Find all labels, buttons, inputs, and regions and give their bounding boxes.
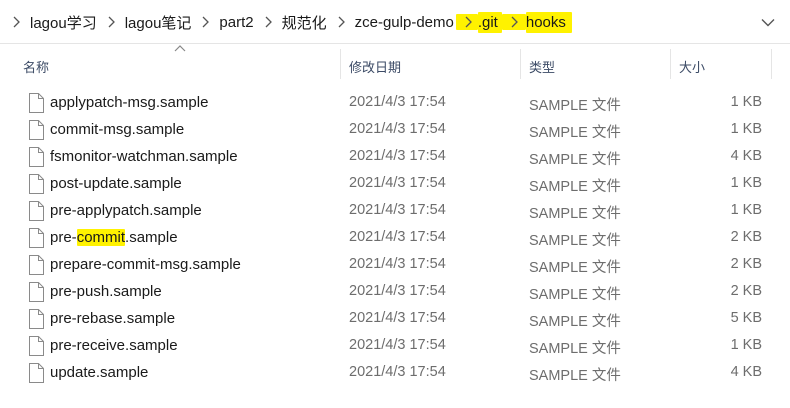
- file-type: SAMPLE 文件: [529, 98, 621, 114]
- file-size: 1 KB: [730, 94, 762, 110]
- file-name: prepare-commit-msg.sample: [50, 256, 241, 273]
- file-type: SAMPLE 文件: [529, 341, 621, 357]
- file-row[interactable]: applypatch-msg.sample 2021/4/3 17:54 SAM…: [0, 90, 790, 117]
- file-name-suffix: .sample: [125, 229, 178, 246]
- file-row[interactable]: pre-applypatch.sample 2021/4/3 17:54 SAM…: [0, 198, 790, 225]
- file-modified: 2021/4/3 17:54: [349, 256, 446, 272]
- file-size: 5 KB: [730, 310, 762, 326]
- column-header-size[interactable]: 大小: [679, 57, 705, 76]
- file-icon: [29, 282, 44, 302]
- file-icon: [29, 147, 44, 167]
- file-row[interactable]: pre-rebase.sample 2021/4/3 17:54 SAMPLE …: [0, 306, 790, 333]
- file-name: update.sample: [50, 364, 149, 381]
- file-modified: 2021/4/3 17:54: [349, 175, 446, 191]
- file-modified: 2021/4/3 17:54: [349, 337, 446, 353]
- file-name-highlight: commit: [76, 229, 126, 246]
- column-divider[interactable]: [520, 49, 521, 79]
- file-size: 1 KB: [730, 337, 762, 353]
- file-icon: [29, 174, 44, 194]
- file-name: fsmonitor-watchman.sample: [50, 148, 238, 165]
- file-row[interactable]: prepare-commit-msg.sample 2021/4/3 17:54…: [0, 252, 790, 279]
- file-size: 2 KB: [730, 283, 762, 299]
- file-size: 1 KB: [730, 202, 762, 218]
- breadcrumb-item-zce-gulp-demo[interactable]: zce-gulp-demo: [353, 14, 456, 31]
- breadcrumb-item-part2[interactable]: part2: [217, 14, 255, 31]
- file-name: applypatch-msg.sample: [50, 94, 209, 111]
- file-name: pre-commit.sample: [50, 229, 178, 246]
- chevron-right-icon[interactable]: [4, 16, 28, 28]
- file-name: commit-msg.sample: [50, 121, 185, 138]
- file-type: SAMPLE 文件: [529, 287, 621, 303]
- chevron-right-icon[interactable]: [193, 16, 217, 28]
- chevron-right-icon[interactable]: [501, 14, 526, 30]
- chevron-right-icon[interactable]: [99, 16, 123, 28]
- file-name: pre-applypatch.sample: [50, 202, 202, 219]
- breadcrumb-item-git[interactable]: .git: [477, 11, 502, 33]
- file-type: SAMPLE 文件: [529, 260, 621, 276]
- file-size: 2 KB: [730, 229, 762, 245]
- file-modified: 2021/4/3 17:54: [349, 202, 446, 218]
- file-icon: [29, 201, 44, 221]
- file-row[interactable]: pre-commit.sample 2021/4/3 17:54 SAMPLE …: [0, 225, 790, 252]
- address-bar[interactable]: lagou学习 lagou笔记 part2 规范化 zce-gulp-demo …: [0, 0, 790, 44]
- file-icon: [29, 309, 44, 329]
- file-type: SAMPLE 文件: [529, 152, 621, 168]
- sort-ascending-icon: [174, 45, 186, 52]
- file-type: SAMPLE 文件: [529, 125, 621, 141]
- file-modified: 2021/4/3 17:54: [349, 283, 446, 299]
- file-row[interactable]: pre-receive.sample 2021/4/3 17:54 SAMPLE…: [0, 333, 790, 360]
- breadcrumb-item-lagou-notes[interactable]: lagou笔记: [123, 12, 194, 33]
- column-header-modified[interactable]: 修改日期: [349, 57, 401, 76]
- file-name-prefix: pre-: [50, 229, 77, 246]
- file-icon: [29, 228, 44, 248]
- file-icon: [29, 93, 44, 113]
- file-row[interactable]: pre-push.sample 2021/4/3 17:54 SAMPLE 文件…: [0, 279, 790, 306]
- file-modified: 2021/4/3 17:54: [349, 364, 446, 380]
- breadcrumb-item-standardization[interactable]: 规范化: [280, 12, 329, 33]
- breadcrumb-item-lagou-study[interactable]: lagou学习: [28, 12, 99, 33]
- column-divider[interactable]: [771, 49, 772, 79]
- file-icon: [29, 363, 44, 383]
- file-type: SAMPLE 文件: [529, 233, 621, 249]
- chevron-right-icon[interactable]: [455, 14, 478, 30]
- file-size: 4 KB: [730, 364, 762, 380]
- file-size: 4 KB: [730, 148, 762, 164]
- file-row[interactable]: post-update.sample 2021/4/3 17:54 SAMPLE…: [0, 171, 790, 198]
- column-divider[interactable]: [340, 49, 341, 79]
- file-type: SAMPLE 文件: [529, 368, 621, 384]
- chevron-right-icon[interactable]: [256, 16, 280, 28]
- file-row[interactable]: fsmonitor-watchman.sample 2021/4/3 17:54…: [0, 144, 790, 171]
- breadcrumb: lagou学习 lagou笔记 part2 规范化 zce-gulp-demo …: [4, 0, 572, 44]
- file-modified: 2021/4/3 17:54: [349, 121, 446, 137]
- file-row[interactable]: update.sample 2021/4/3 17:54 SAMPLE 文件 4…: [0, 360, 790, 387]
- file-name: pre-rebase.sample: [50, 310, 176, 327]
- file-size: 2 KB: [730, 256, 762, 272]
- column-divider[interactable]: [670, 49, 671, 79]
- file-icon: [29, 120, 44, 140]
- chevron-down-icon: [761, 18, 775, 26]
- file-name: pre-push.sample: [50, 283, 162, 300]
- column-header-type[interactable]: 类型: [529, 57, 555, 76]
- breadcrumb-item-hooks[interactable]: hooks: [525, 11, 572, 33]
- file-type: SAMPLE 文件: [529, 179, 621, 195]
- file-modified: 2021/4/3 17:54: [349, 310, 446, 326]
- file-size: 1 KB: [730, 121, 762, 137]
- file-row[interactable]: commit-msg.sample 2021/4/3 17:54 SAMPLE …: [0, 117, 790, 144]
- file-icon: [29, 255, 44, 275]
- file-name: post-update.sample: [50, 175, 182, 192]
- chevron-right-icon[interactable]: [329, 16, 353, 28]
- file-icon: [29, 336, 44, 356]
- file-modified: 2021/4/3 17:54: [349, 229, 446, 245]
- file-type: SAMPLE 文件: [529, 206, 621, 222]
- file-type: SAMPLE 文件: [529, 314, 621, 330]
- column-header-name[interactable]: 名称: [23, 57, 49, 76]
- file-list: applypatch-msg.sample 2021/4/3 17:54 SAM…: [0, 90, 790, 387]
- file-name: pre-receive.sample: [50, 337, 178, 354]
- file-modified: 2021/4/3 17:54: [349, 94, 446, 110]
- file-modified: 2021/4/3 17:54: [349, 148, 446, 164]
- address-dropdown-button[interactable]: [756, 10, 780, 34]
- file-size: 1 KB: [730, 175, 762, 191]
